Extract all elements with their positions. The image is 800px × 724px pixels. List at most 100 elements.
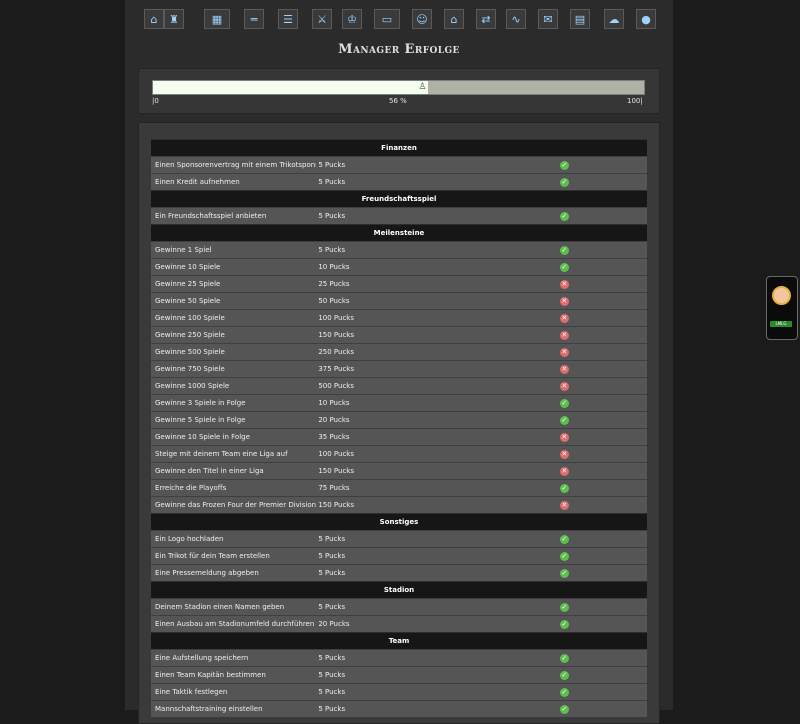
achievement-status: ✕ — [481, 428, 647, 446]
achievement-name: Gewinne 5 Spiele in Folge — [151, 411, 317, 429]
stats-nav-button[interactable]: ∿ — [506, 9, 526, 29]
achievement-reward: 10 Pucks — [316, 394, 482, 412]
achievement-reward: 75 Pucks — [316, 479, 482, 497]
assistant-label: LMLG — [770, 321, 792, 327]
achievement-row: Gewinne 100 Spiele 100 Pucks ✕ — [151, 309, 647, 327]
cross-icon: ✕ — [559, 449, 569, 459]
assistant-widget[interactable]: LMLG — [766, 276, 798, 340]
lineup-icon: ▦ — [211, 12, 223, 26]
section-title: Sonstiges — [151, 513, 647, 531]
achievement-name: Eine Taktik festlegen — [151, 683, 317, 701]
achievement-reward: 375 Pucks — [316, 360, 482, 378]
achievement-name: Gewinne 250 Spiele — [151, 326, 317, 344]
achievement-name: Deinem Stadion einen Namen geben — [151, 598, 317, 616]
mail-nav-button[interactable]: ✉ — [538, 9, 558, 29]
achievement-row: Gewinne 750 Spiele 375 Pucks ✕ — [151, 360, 647, 378]
achievement-status: ✕ — [481, 496, 647, 514]
lineup-nav-button[interactable]: ▦ — [204, 9, 230, 29]
achievement-name: Mannschaftstraining einstellen — [151, 700, 317, 717]
list-nav-button[interactable]: ☰ — [278, 9, 298, 29]
arena-nav-button[interactable]: ⌂ — [444, 9, 464, 29]
check-icon: ✓ — [559, 415, 569, 425]
achievement-reward: 100 Pucks — [316, 445, 482, 463]
achievement-name: Ein Logo hochladen — [151, 530, 317, 548]
achievement-status: ✓ — [481, 666, 647, 684]
rink-nav-button[interactable]: ▭ — [374, 9, 400, 29]
achievement-row: Steige mit deinem Team eine Liga auf 100 … — [151, 445, 647, 463]
home-nav-button[interactable]: ⌂ — [144, 9, 164, 29]
versus-nav-button[interactable]: ⚔ — [312, 9, 332, 29]
achievement-status: ✓ — [481, 241, 647, 259]
main-content: ⌂ ♜ ▦ ═ ☰ ⚔ ♔ ▭ ☺ ⌂ ⇄ ∿ ✉ ▤ ☁ ● Manager Erfolge ♙ |0 56… — [125, 0, 673, 724]
achievement-status: ✓ — [481, 649, 647, 667]
achievement-row: Gewinne 10 Spiele 10 Pucks ✓ — [151, 258, 647, 276]
chat-nav-button[interactable]: ☁ — [604, 9, 624, 29]
achievement-status: ✕ — [481, 326, 647, 344]
manager-nav-button[interactable]: ☺ — [412, 9, 432, 29]
check-icon: ✓ — [559, 534, 569, 544]
achievement-name: Gewinne 3 Spiele in Folge — [151, 394, 317, 412]
achievement-reward: 5 Pucks — [316, 564, 482, 582]
check-icon: ✓ — [559, 211, 569, 221]
achievement-reward: 150 Pucks — [316, 326, 482, 344]
mail-icon: ✉ — [543, 12, 553, 26]
logout-nav-button[interactable]: ● — [636, 9, 656, 29]
section-header: Sonstiges — [151, 513, 647, 531]
section-header: Meilensteine — [151, 224, 647, 242]
achievement-row: Gewinne 500 Spiele 250 Pucks ✕ — [151, 343, 647, 361]
achievement-name: Gewinne 10 Spiele — [151, 258, 317, 276]
chat-icon: ☁ — [608, 12, 620, 26]
achievement-row: Einen Kredit aufnehmen 5 Pucks ✓ — [151, 173, 647, 191]
achievement-status: ✓ — [481, 598, 647, 616]
rink-icon: ▭ — [381, 12, 393, 26]
achievement-row: Einen Ausbau am Stadionumfeld durchführe… — [151, 615, 647, 633]
cross-icon: ✕ — [559, 466, 569, 476]
achievement-status: ✓ — [481, 258, 647, 276]
manager-marker-icon: ♙ — [418, 82, 427, 92]
page-title: Manager Erfolge — [338, 42, 460, 57]
achievement-status: ✓ — [481, 547, 647, 565]
achievement-reward: 150 Pucks — [316, 462, 482, 480]
transfer-nav-button[interactable]: ⇄ — [476, 9, 496, 29]
cross-icon: ✕ — [559, 381, 569, 391]
section-title: Team — [151, 632, 647, 650]
check-icon: ✓ — [559, 670, 569, 680]
achievement-row: Erreiche die Playoffs 75 Pucks ✓ — [151, 479, 647, 497]
achievement-reward: 150 Pucks — [316, 496, 482, 514]
achievement-name: Ein Trikot für dein Team erstellen — [151, 547, 317, 565]
achievement-row: Ein Trikot für dein Team erstellen 5 Puck… — [151, 547, 647, 565]
top-navigation: ⌂ ♜ ▦ ═ ☰ ⚔ ♔ ▭ ☺ ⌂ ⇄ ∿ ✉ ▤ ☁ ● — [144, 9, 656, 31]
cross-icon: ✕ — [559, 500, 569, 510]
achievement-name: Einen Sponsorenvertrag mit einem Trikots… — [151, 156, 317, 174]
assistant-avatar-icon — [772, 286, 791, 305]
cross-icon: ✕ — [559, 364, 569, 374]
achievement-reward: 10 Pucks — [316, 258, 482, 276]
trophy-nav-button[interactable]: ♔ — [342, 9, 362, 29]
achievement-name: Gewinne 100 Spiele — [151, 309, 317, 327]
check-icon: ✓ — [559, 245, 569, 255]
cross-icon: ✕ — [559, 313, 569, 323]
achievement-row: Gewinne 50 Spiele 50 Pucks ✕ — [151, 292, 647, 310]
section-header: Team — [151, 632, 647, 650]
training-nav-button[interactable]: ═ — [244, 9, 264, 29]
achievement-row: Mannschaftstraining einstellen 5 Pucks ✓ — [151, 700, 647, 717]
achievement-reward: 5 Pucks — [316, 649, 482, 667]
achievements-panel: Finanzen Einen Sponsorenvertrag mit einem… — [138, 122, 660, 724]
cross-icon: ✕ — [559, 330, 569, 340]
news-nav-button[interactable]: ▤ — [570, 9, 590, 29]
achievement-status: ✓ — [481, 700, 647, 717]
achievement-row: Gewinne 25 Spiele 25 Pucks ✕ — [151, 275, 647, 293]
progress-percent-label: 56 % — [389, 97, 407, 105]
achievement-name: Einen Kredit aufnehmen — [151, 173, 317, 191]
progress-min-label: |0 — [152, 97, 159, 105]
arena-icon: ⌂ — [450, 12, 458, 26]
achievement-row: Gewinne den Titel in einer Liga 150 Pucks… — [151, 462, 647, 480]
achievement-name: Einen Ausbau am Stadionumfeld durchführe… — [151, 615, 317, 633]
achievement-status: ✓ — [481, 411, 647, 429]
logout-icon: ● — [641, 12, 651, 26]
achievement-row: Eine Taktik festlegen 5 Pucks ✓ — [151, 683, 647, 701]
section-title: Stadion — [151, 581, 647, 599]
achievement-name: Gewinne den Titel in einer Liga — [151, 462, 317, 480]
jersey-nav-button[interactable]: ♜ — [164, 9, 184, 29]
section-title: Finanzen — [151, 139, 647, 157]
